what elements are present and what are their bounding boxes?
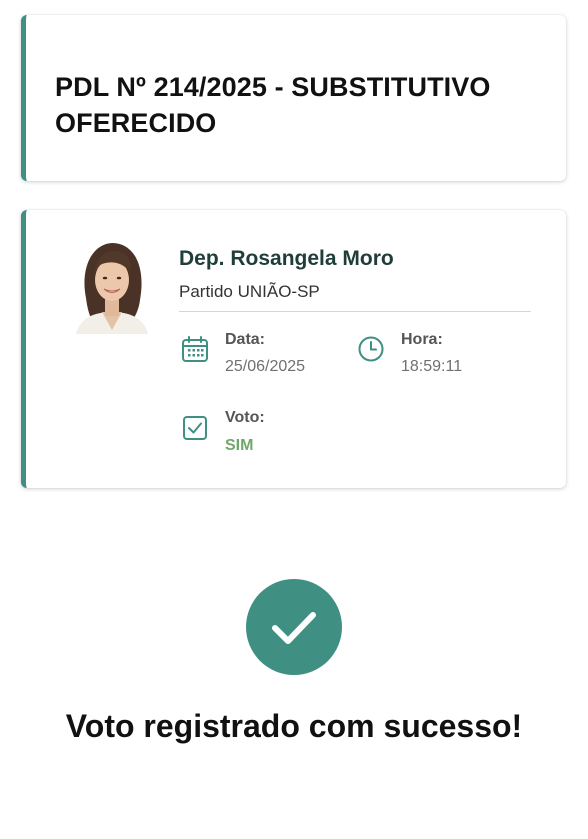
proposal-card: PDL Nº 214/2025 - SUBSTITUTIVO OFERECIDO [21,15,566,181]
vote-details-card: Dep. Rosangela Moro Partido UNIÃO-SP Dat… [21,210,566,488]
vote-confirmation-screen: PDL Nº 214/2025 - SUBSTITUTIVO OFERECIDO [0,0,588,839]
checkbox-icon [181,414,209,442]
deputy-name: Dep. Rosangela Moro [179,247,394,270]
proposal-title: PDL Nº 214/2025 - SUBSTITUTIVO OFERECIDO [55,72,491,138]
date-label: Data: [225,331,266,348]
checkmark-icon [272,612,316,644]
vote-label: Voto: [225,409,265,426]
calendar-icon [181,335,209,363]
date-value: 25/06/2025 [225,358,306,375]
deputy-party: Partido UNIÃO-SP [179,282,320,301]
clock-icon [357,335,385,363]
time-label: Hora: [401,331,443,348]
success-circle [246,579,342,675]
success-message: Voto registrado com sucesso! [65,708,523,744]
vote-value: SIM [225,437,254,454]
divider [179,311,531,312]
avatar [72,238,152,334]
time-value: 18:59:11 [401,358,463,375]
